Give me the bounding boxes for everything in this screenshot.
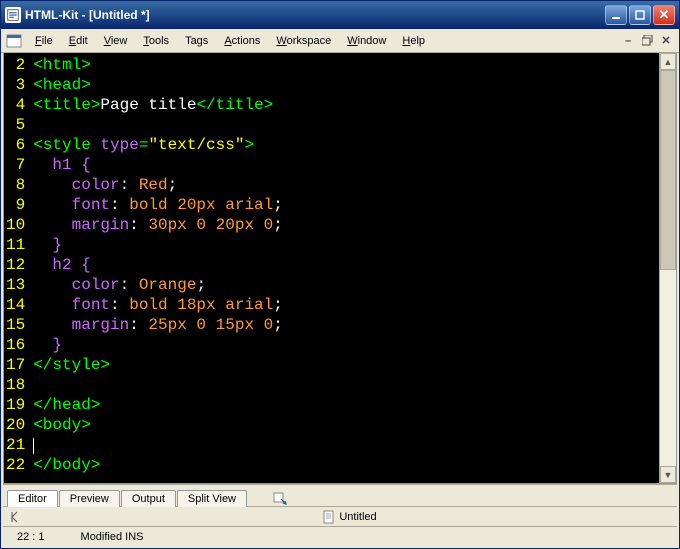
code-line[interactable]: }: [33, 235, 655, 255]
line-number: 22: [6, 455, 25, 475]
line-number: 18: [6, 375, 25, 395]
vertical-scrollbar[interactable]: ▲ ▼: [659, 53, 676, 483]
document-icon: [323, 510, 335, 524]
document-title[interactable]: Untitled: [23, 510, 677, 524]
line-number: 11: [6, 235, 25, 255]
code-line[interactable]: [33, 435, 655, 455]
code-line[interactable]: font: bold 18px arial;: [33, 295, 655, 315]
code-line[interactable]: <html>: [33, 55, 655, 75]
menu-file[interactable]: File: [27, 32, 61, 50]
document-title-text: Untitled: [339, 511, 376, 523]
line-number: 2: [6, 55, 25, 75]
tab-output[interactable]: Output: [121, 490, 176, 507]
editor-area: 2345678910111213141516171819202122 <html…: [3, 53, 677, 484]
scroll-down-button[interactable]: ▼: [660, 466, 676, 483]
line-number: 4: [6, 95, 25, 115]
view-tabs: EditorPreviewOutputSplit View: [3, 484, 677, 506]
line-number: 5: [6, 115, 25, 135]
status-mode: Modified INS: [75, 531, 150, 543]
line-number: 9: [6, 195, 25, 215]
line-number: 15: [6, 315, 25, 335]
menu-tags[interactable]: Tags: [177, 32, 216, 50]
maximize-button[interactable]: [629, 5, 651, 25]
window-buttons: ✕: [605, 5, 675, 25]
close-button[interactable]: ✕: [653, 5, 675, 25]
tab-preview[interactable]: Preview: [59, 490, 120, 507]
app-window: HTML-Kit - [Untitled *] ✕ FileEditViewTo…: [0, 0, 680, 549]
minimize-button[interactable]: [605, 5, 627, 25]
scroll-track[interactable]: [660, 70, 676, 466]
mdi-close-button[interactable]: ✕: [657, 33, 675, 49]
scroll-up-button[interactable]: ▲: [660, 53, 676, 70]
code-line[interactable]: </body>: [33, 455, 655, 475]
code-line[interactable]: </style>: [33, 355, 655, 375]
menu-window[interactable]: Window: [339, 32, 394, 50]
code-line[interactable]: <body>: [33, 415, 655, 435]
menu-actions[interactable]: Actions: [216, 32, 268, 50]
menubar: FileEditViewToolsTagsActionsWorkspaceWin…: [1, 29, 679, 53]
status-position: 22 : 1: [11, 531, 51, 543]
code-line[interactable]: h2 {: [33, 255, 655, 275]
code-line[interactable]: <head>: [33, 75, 655, 95]
statusbar: 22 : 1 Modified INS: [3, 526, 677, 546]
document-bar: Untitled: [3, 506, 677, 526]
menu-tools[interactable]: Tools: [135, 32, 177, 50]
titlebar[interactable]: HTML-Kit - [Untitled *] ✕: [1, 1, 679, 29]
line-gutter: 2345678910111213141516171819202122: [4, 53, 29, 483]
code-line[interactable]: <style type="text/css">: [33, 135, 655, 155]
mdi-restore-button[interactable]: [638, 33, 656, 49]
scroll-thumb[interactable]: [660, 70, 676, 270]
line-number: 12: [6, 255, 25, 275]
menu-view[interactable]: View: [96, 32, 136, 50]
window-title: HTML-Kit - [Untitled *]: [25, 8, 605, 22]
code-line[interactable]: [33, 115, 655, 135]
line-number: 16: [6, 335, 25, 355]
code-line[interactable]: margin: 30px 0 20px 0;: [33, 215, 655, 235]
code-line[interactable]: margin: 25px 0 15px 0;: [33, 315, 655, 335]
tab-split-view[interactable]: Split View: [177, 490, 247, 507]
code-line[interactable]: </head>: [33, 395, 655, 415]
menu-app-icon[interactable]: [5, 32, 23, 50]
line-number: 20: [6, 415, 25, 435]
line-number: 19: [6, 395, 25, 415]
line-number: 8: [6, 175, 25, 195]
menu-workspace[interactable]: Workspace: [268, 32, 339, 50]
menu-help[interactable]: Help: [394, 32, 433, 50]
line-number: 21: [6, 435, 25, 455]
tab-tool-icon[interactable]: [272, 490, 288, 506]
code-line[interactable]: color: Orange;: [33, 275, 655, 295]
mdi-minimize-button[interactable]: –: [619, 33, 637, 49]
code-line[interactable]: [33, 375, 655, 395]
line-number: 3: [6, 75, 25, 95]
line-number: 14: [6, 295, 25, 315]
code-line[interactable]: <title>Page title</title>: [33, 95, 655, 115]
code-line[interactable]: }: [33, 335, 655, 355]
code-editor[interactable]: <html><head><title>Page title</title> <s…: [29, 53, 659, 483]
line-number: 17: [6, 355, 25, 375]
line-number: 6: [6, 135, 25, 155]
line-number: 10: [6, 215, 25, 235]
code-line[interactable]: font: bold 20px arial;: [33, 195, 655, 215]
line-number: 7: [6, 155, 25, 175]
code-line[interactable]: color: Red;: [33, 175, 655, 195]
code-line[interactable]: h1 {: [33, 155, 655, 175]
tab-editor[interactable]: Editor: [7, 490, 58, 507]
menu-edit[interactable]: Edit: [61, 32, 96, 50]
app-icon: [5, 7, 21, 23]
docbar-prev-button[interactable]: [3, 510, 23, 524]
line-number: 13: [6, 275, 25, 295]
